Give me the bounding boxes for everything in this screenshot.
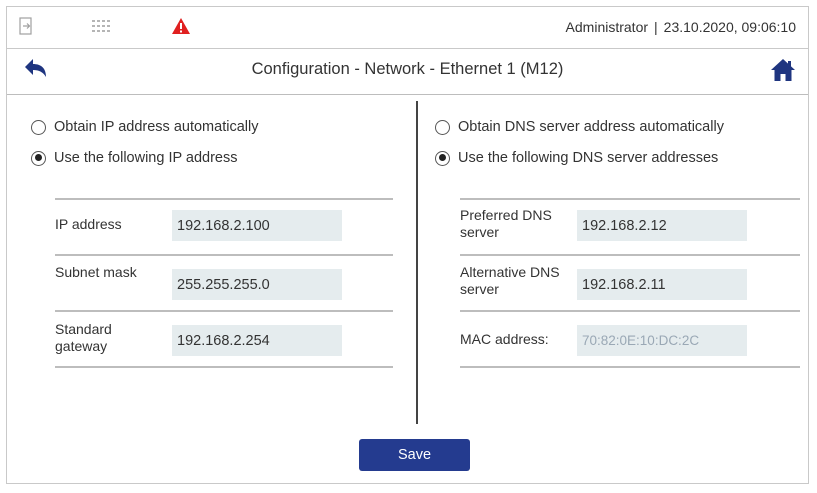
keypad-icon[interactable] xyxy=(91,19,115,40)
divider-line xyxy=(460,198,800,200)
datetime: 23.10.2020, 09:06:10 xyxy=(663,19,796,35)
gateway-field[interactable]: 192.168.2.254 xyxy=(172,325,342,356)
warning-icon[interactable] xyxy=(171,17,191,40)
ip-auto-option[interactable]: Obtain IP address automatically xyxy=(31,119,258,135)
home-button[interactable] xyxy=(769,57,797,83)
user-name: Administrator xyxy=(565,19,649,35)
page-title: Configuration - Network - Ethernet 1 (M1… xyxy=(251,60,564,78)
gateway-label: Standard gateway xyxy=(55,321,112,354)
ip-manual-label: Use the following IP address xyxy=(54,150,238,166)
dns-auto-option[interactable]: Obtain DNS server address automatically xyxy=(435,119,724,135)
dns-manual-label: Use the following DNS server addresses xyxy=(458,150,719,166)
home-icon xyxy=(771,59,795,81)
status-bar: Administrator | 23.10.2020, 09:06:10 xyxy=(7,7,808,49)
divider-line xyxy=(55,254,393,256)
ip-auto-radio[interactable] xyxy=(31,119,46,135)
column-divider xyxy=(416,101,418,424)
subnet-mask-label: Subnet mask xyxy=(55,264,137,280)
save-button[interactable]: Save xyxy=(359,439,470,471)
status-info: Administrator | 23.10.2020, 09:06:10 xyxy=(566,19,796,35)
alternative-dns-field[interactable]: 192.168.2.11 xyxy=(577,269,747,300)
divider-line xyxy=(55,310,393,312)
login-icon[interactable] xyxy=(19,17,35,40)
divider-line xyxy=(460,366,800,368)
ip-address-field[interactable]: 192.168.2.100 xyxy=(172,210,342,241)
divider-line xyxy=(55,198,393,200)
dns-auto-label: Obtain DNS server address automatically xyxy=(458,119,724,135)
mac-address-label: MAC address: xyxy=(460,331,549,347)
ip-auto-label: Obtain IP address automatically xyxy=(54,119,259,135)
divider-line xyxy=(460,310,800,312)
ip-manual-radio[interactable] xyxy=(31,150,46,166)
title-bar: Configuration - Network - Ethernet 1 (M1… xyxy=(7,49,808,95)
dns-manual-option[interactable]: Use the following DNS server addresses xyxy=(435,150,718,166)
dns-manual-radio[interactable] xyxy=(435,150,450,166)
ip-manual-option[interactable]: Use the following IP address xyxy=(31,150,238,166)
ip-address-label: IP address xyxy=(55,216,122,232)
preferred-dns-field[interactable]: 192.168.2.12 xyxy=(577,210,747,241)
alternative-dns-label: Alternative DNS server xyxy=(460,264,560,297)
preferred-dns-label: Preferred DNS server xyxy=(460,207,552,240)
dns-auto-radio[interactable] xyxy=(435,119,450,135)
divider-line xyxy=(460,254,800,256)
mac-address-value: 70:82:0E:10:DC:2C xyxy=(577,325,747,356)
status-separator: | xyxy=(654,19,658,35)
divider-line xyxy=(55,366,393,368)
subnet-mask-field[interactable]: 255.255.255.0 xyxy=(172,269,342,300)
